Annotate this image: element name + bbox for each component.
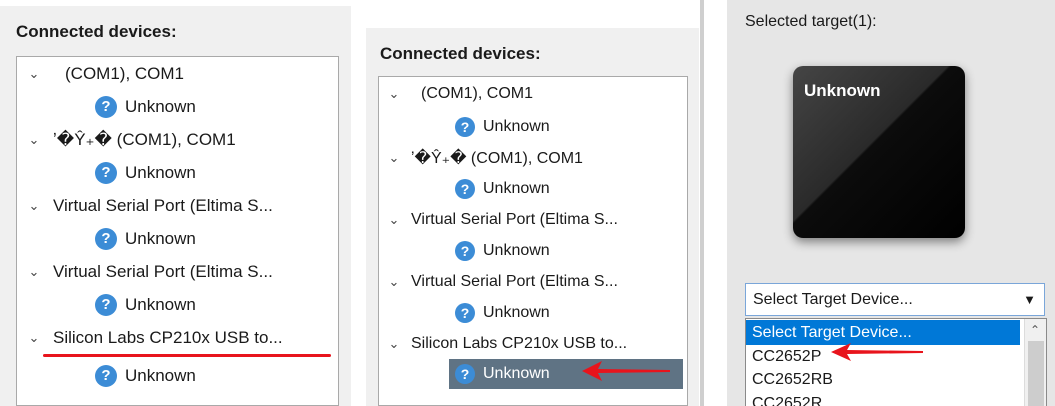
device-tree[interactable]: ⌄ (COM1), COM1 ? Unknown ⌄ ʼ�Ŷ₊� (COM1),…	[16, 56, 339, 406]
chevron-down-icon[interactable]: ⌄	[385, 274, 403, 290]
tree-row-virtual-serial-2[interactable]: ⌄ Virtual Serial Port (Eltima S...	[25, 255, 273, 288]
red-underline-annotation	[43, 354, 331, 357]
tree-row-label: (COM1), COM1	[65, 63, 184, 83]
tree-row-label: ʼ�Ŷ₊� (COM1), COM1	[411, 149, 583, 167]
chevron-down-icon[interactable]: ⌄	[385, 212, 403, 228]
question-icon: ?	[95, 95, 117, 118]
red-arrow-annotation	[582, 361, 670, 381]
tree-row-label: Unknown	[125, 365, 196, 385]
connected-devices-title: Connected devices:	[16, 22, 177, 41]
chip-label: Unknown	[804, 81, 881, 100]
connected-devices-title: Connected devices:	[380, 44, 541, 63]
tree-row-unknown[interactable]: ? Unknown	[95, 90, 196, 123]
tree-row-label: ʼ�Ŷ₊� (COM1), COM1	[53, 129, 236, 149]
tree-row-virtual-serial-1[interactable]: ⌄ Virtual Serial Port (Eltima S...	[25, 189, 273, 222]
dropdown-scrollbar[interactable]: ⌃	[1024, 319, 1046, 406]
right-panel: Selected target(1): Unknown Select Targe…	[727, 0, 1055, 406]
tree-row-unknown[interactable]: ? Unknown	[95, 359, 196, 392]
question-icon: ?	[95, 293, 117, 316]
scroll-up-arrow-icon[interactable]: ⌃	[1030, 323, 1040, 337]
chevron-down-icon[interactable]: ⌄	[385, 336, 403, 352]
tree-row-unknown[interactable]: ? Unknown	[455, 172, 550, 205]
tree-row-virtual-serial-2[interactable]: ⌄ Virtual Serial Port (Eltima S...	[385, 265, 618, 298]
middle-panel: Connected devices: ⌄ (COM1), COM1 ? Unkn…	[366, 28, 699, 406]
tree-row-com1[interactable]: ⌄ (COM1), COM1	[25, 57, 184, 90]
tree-row-com1-garbled[interactable]: ⌄ ʼ�Ŷ₊� (COM1), COM1	[25, 123, 236, 156]
tree-row-label: Silicon Labs CP210x USB to...	[53, 327, 283, 347]
question-icon: ?	[455, 363, 475, 384]
tree-row-label: Virtual Serial Port (Eltima S...	[411, 210, 618, 228]
tree-row-com1-garbled[interactable]: ⌄ ʼ�Ŷ₊� (COM1), COM1	[385, 141, 583, 174]
question-icon: ?	[95, 161, 117, 184]
tree-row-unknown[interactable]: ? Unknown	[455, 234, 550, 267]
scroll-thumb[interactable]	[1028, 341, 1044, 406]
chevron-down-icon[interactable]: ⌄	[25, 330, 43, 346]
tree-row-label: (COM1), COM1	[421, 84, 533, 102]
dropdown-arrow-icon[interactable]: ▼	[1023, 292, 1036, 307]
tree-row-silicon-labs[interactable]: ⌄ Silicon Labs CP210x USB to...	[385, 327, 628, 360]
red-arrow-annotation	[831, 343, 923, 361]
target-chip-image: Unknown	[793, 66, 965, 238]
tree-row-label: Unknown	[483, 241, 550, 259]
tree-row-label: Virtual Serial Port (Eltima S...	[53, 195, 273, 215]
tree-row-label: Unknown	[125, 162, 196, 182]
chevron-down-icon[interactable]: ⌄	[25, 264, 43, 280]
tree-row-unknown[interactable]: ? Unknown	[95, 156, 196, 189]
panel-divider	[700, 0, 704, 406]
tree-row-label: Unknown	[125, 294, 196, 314]
chevron-down-icon[interactable]: ⌄	[385, 150, 403, 166]
question-icon: ?	[455, 178, 475, 199]
tree-row-silicon-labs[interactable]: ⌄ Silicon Labs CP210x USB to...	[25, 321, 283, 354]
chevron-down-icon[interactable]: ⌄	[385, 86, 403, 102]
tree-row-label: Virtual Serial Port (Eltima S...	[53, 261, 273, 281]
tree-row-label: Unknown	[483, 117, 550, 135]
tree-row-unknown[interactable]: ? Unknown	[95, 222, 196, 255]
question-icon: ?	[95, 227, 117, 250]
question-icon: ?	[455, 302, 475, 323]
tree-row-unknown[interactable]: ? Unknown	[455, 296, 550, 329]
select-value: Select Target Device...	[753, 290, 913, 308]
target-device-select[interactable]: Select Target Device... ▼	[745, 283, 1045, 316]
tree-row-unknown[interactable]: ? Unknown	[455, 110, 550, 143]
tree-row-unknown[interactable]: ? Unknown	[95, 288, 196, 321]
tree-row-com1[interactable]: ⌄ (COM1), COM1	[385, 77, 533, 110]
chevron-down-icon[interactable]: ⌄	[25, 132, 43, 148]
tree-row-label: Unknown	[125, 228, 196, 248]
left-panel: Connected devices: ⌄ (COM1), COM1 ? Unkn…	[0, 6, 351, 406]
tree-row-label: Silicon Labs CP210x USB to...	[411, 334, 628, 352]
selected-target-label: Selected target(1):	[745, 13, 877, 30]
tree-row-label: Unknown	[483, 303, 550, 321]
question-icon: ?	[455, 240, 475, 261]
tree-row-label: Unknown	[483, 364, 550, 382]
tree-row-virtual-serial-1[interactable]: ⌄ Virtual Serial Port (Eltima S...	[385, 203, 618, 236]
tree-row-label: Unknown	[125, 96, 196, 116]
tree-row-label: Unknown	[483, 179, 550, 197]
chevron-down-icon[interactable]: ⌄	[25, 66, 43, 82]
question-icon: ?	[95, 364, 117, 387]
dropdown-option[interactable]: CC2652RB	[746, 367, 1020, 392]
dropdown-option[interactable]: CC2652R	[746, 391, 1020, 406]
device-tree[interactable]: ⌄ (COM1), COM1 ? Unknown ⌄ ʼ�Ŷ₊� (COM1),…	[378, 76, 688, 406]
target-device-dropdown[interactable]: Select Target Device... CC2652P CC2652RB…	[745, 318, 1047, 406]
chevron-down-icon[interactable]: ⌄	[25, 198, 43, 214]
tree-row-label: Virtual Serial Port (Eltima S...	[411, 272, 618, 290]
question-icon: ?	[455, 116, 475, 137]
